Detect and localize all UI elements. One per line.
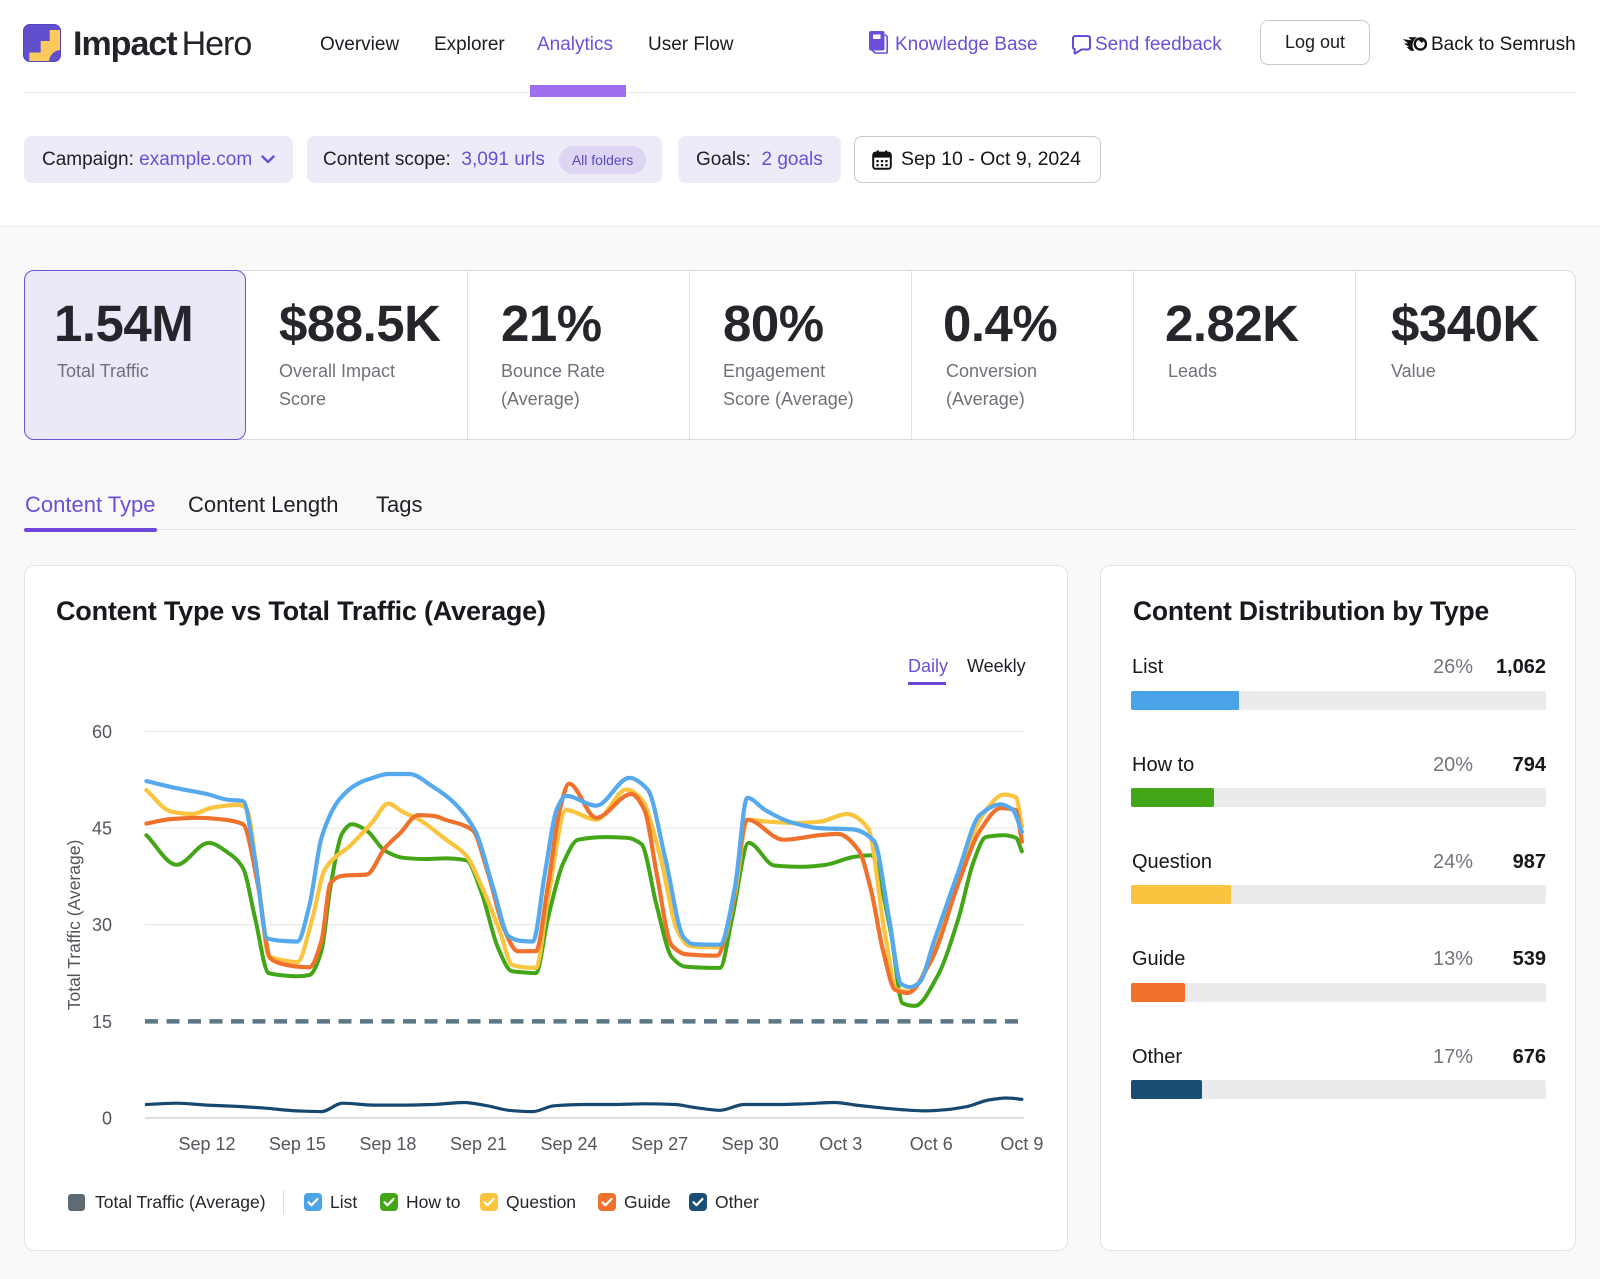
svg-text:60: 60 (92, 722, 112, 742)
svg-text:Sep 15: Sep 15 (269, 1134, 326, 1154)
svg-text:Sep 30: Sep 30 (722, 1134, 779, 1154)
svg-text:30: 30 (92, 915, 112, 935)
svg-text:Oct 6: Oct 6 (910, 1134, 953, 1154)
svg-text:Sep 18: Sep 18 (359, 1134, 416, 1154)
svg-text:0: 0 (102, 1109, 112, 1129)
svg-text:45: 45 (92, 819, 112, 839)
svg-text:Sep 12: Sep 12 (178, 1134, 235, 1154)
svg-text:Total Traffic (Average): Total Traffic (Average) (64, 840, 84, 1011)
svg-text:15: 15 (92, 1012, 112, 1032)
svg-text:Sep 21: Sep 21 (450, 1134, 507, 1154)
svg-text:Oct 3: Oct 3 (819, 1134, 862, 1154)
svg-text:Sep 24: Sep 24 (540, 1134, 597, 1154)
svg-text:Oct 9: Oct 9 (1000, 1134, 1043, 1154)
svg-text:Sep 27: Sep 27 (631, 1134, 688, 1154)
